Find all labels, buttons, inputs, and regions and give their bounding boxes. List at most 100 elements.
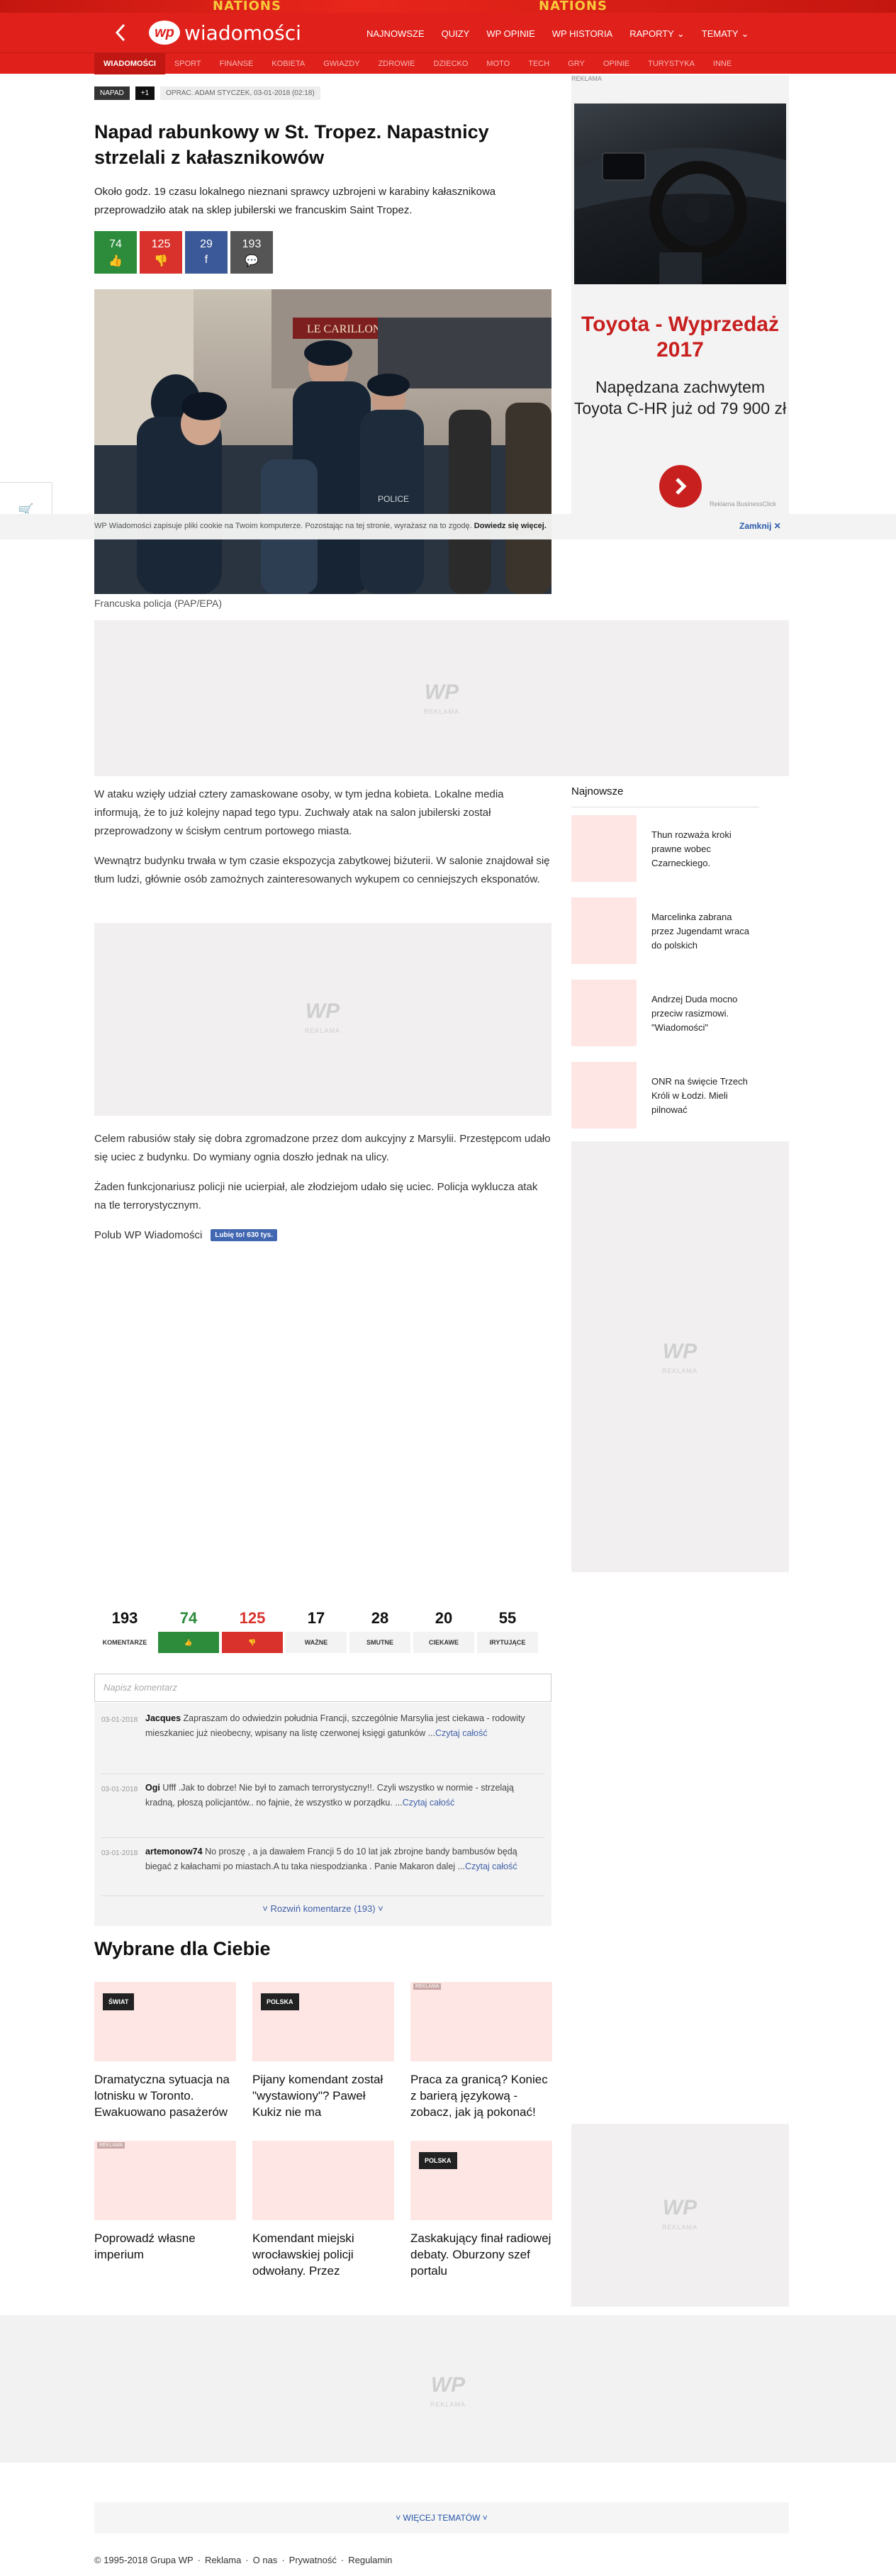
read-more-link[interactable]: Czytaj całość	[403, 1798, 455, 1808]
comment-reaction[interactable]: 20 CIEKAWE	[413, 1608, 474, 1653]
comment-date: 03-01-2018	[101, 1716, 138, 1724]
divider	[101, 1895, 544, 1896]
chevron-down-icon: ⌄	[676, 28, 685, 39]
section-tab[interactable]: TECH	[519, 53, 559, 74]
vote-icon: 💬	[245, 255, 259, 267]
card-title: Poprowadź własne imperium	[94, 2231, 196, 2261]
section-tab[interactable]: TURYSTYKA	[639, 53, 704, 74]
section-tab[interactable]: SPORT	[165, 53, 211, 74]
section-tab[interactable]: WIADOMOŚCI	[94, 53, 165, 74]
latest-title: Andrzej Duda mocno przeciw rasizmowi. "W…	[651, 994, 738, 1033]
cookie-close-button[interactable]: Zamknij ✕	[739, 521, 781, 531]
ad-placeholder-wide[interactable]: WP REKLAMA	[94, 620, 789, 776]
back-button[interactable]	[106, 18, 135, 47]
latest-thumbnail	[571, 1062, 637, 1129]
article-paragraph: Wewnątrz budynku trwała w tym czasie eks…	[94, 855, 550, 885]
card-ad-label: REKLAMA	[413, 1983, 442, 1990]
recommended-card[interactable]: POLSKA Pijany komendant został "wystawion…	[252, 1982, 394, 2120]
section-tab[interactable]: DZIECKO	[425, 53, 478, 74]
reaction-buttons: 74 👍 125 👎 29 f 193 💬	[94, 231, 273, 274]
vote-button[interactable]: 74 👍	[94, 231, 137, 274]
banner-text-right: NATIONS	[539, 0, 607, 13]
reaction-count: 125	[239, 1609, 266, 1627]
section-tab[interactable]: KOBIETA	[262, 53, 314, 74]
comment-reaction[interactable]: 125 👎	[222, 1608, 283, 1653]
latest-item[interactable]: Andrzej Duda mocno przeciw rasizmowi. "W…	[571, 980, 759, 1051]
top-banner-ad[interactable]: NATIONS NATIONS	[0, 0, 896, 13]
nav-item[interactable]: QUIZY	[433, 26, 478, 43]
latest-item[interactable]: Marcelinka zabrana przez Jugendamt wraca…	[571, 897, 759, 968]
comment-reaction[interactable]: 28 SMUTNE	[349, 1608, 410, 1653]
section-tab[interactable]: FINANSE	[211, 53, 263, 74]
vote-button[interactable]: 193 💬	[230, 231, 273, 274]
recommended-card[interactable]: REKLAMA Praca za granicą? Koniec z barier…	[410, 1982, 552, 2120]
reaction-label: 👍	[158, 1632, 219, 1653]
section-tab[interactable]: MOTO	[477, 53, 519, 74]
more-tags-button[interactable]: +1	[135, 86, 155, 100]
reaction-label: CIEKAWE	[413, 1632, 474, 1653]
recommended-card[interactable]: Komendant miejski wrocławskiej policji o…	[252, 2141, 394, 2279]
footer-link[interactable]: Prywatność	[289, 2555, 337, 2565]
card-title: Zaskakujący finał radiowej debaty. Oburz…	[410, 2231, 551, 2278]
like-box: Polub WP Wiadomości Lubię to! 630 tys.	[94, 1229, 277, 1241]
comment-author[interactable]: artemonow74	[145, 1847, 203, 1857]
comment-date: 03-01-2018	[101, 1786, 138, 1793]
card-thumbnail: POLSKA	[410, 2141, 552, 2220]
facebook-like-button[interactable]: Lubię to! 630 tys.	[211, 1229, 277, 1241]
ad-arrow-button[interactable]	[659, 465, 702, 508]
section-tab[interactable]: OPINIE	[594, 53, 639, 74]
footer-link[interactable]: Regulamin	[348, 2555, 392, 2565]
comment-reaction[interactable]: 74 👍	[158, 1608, 219, 1653]
section-tab[interactable]: GWIAZDY	[314, 53, 369, 74]
toyota-ad-title: Toyota - Wyprzedaż 2017	[581, 313, 779, 362]
read-more-link[interactable]: Czytaj całość	[465, 1861, 517, 1871]
ad-source: Reklama BusinessClick	[710, 500, 777, 508]
more-topics-button[interactable]: ˅ WIĘCEJ TEMATÓW ˅	[94, 2502, 789, 2533]
article-tag[interactable]: NAPAD	[94, 86, 130, 100]
section-tab[interactable]: INNE	[704, 53, 741, 74]
expand-comments-button[interactable]: ˅ Rozwiń komentarze (193) ˅	[94, 1903, 551, 1914]
read-more-link[interactable]: Czytaj całość	[435, 1728, 488, 1738]
section-tab[interactable]: ZDROWIE	[369, 53, 425, 74]
ad-placeholder-bottom[interactable]: WP REKLAMA	[0, 2315, 896, 2463]
comment-input[interactable]: Napisz komentarz	[94, 1674, 551, 1702]
card-thumbnail: REKLAMA	[410, 1982, 552, 2061]
recommended-card[interactable]: REKLAMA Poprowadź własne imperium	[94, 2141, 236, 2263]
latest-item[interactable]: ONR na święcie Trzech Króli w Łodzi. Mie…	[571, 1062, 759, 1133]
footer-link[interactable]: Reklama	[205, 2555, 241, 2565]
card-category: POLSKA	[419, 2152, 457, 2169]
vote-button[interactable]: 29 f	[185, 231, 228, 274]
nav-item[interactable]: WP HISTORIA	[544, 26, 621, 43]
nav-item[interactable]: RAPORTY ⌄	[621, 26, 693, 43]
vote-count: 29	[200, 238, 213, 250]
comment-author[interactable]: Jacques	[145, 1713, 181, 1723]
nav-item[interactable]: NAJNOWSZE	[358, 26, 433, 43]
ad-placeholder-inline[interactable]: WP REKLAMA	[94, 923, 551, 1116]
vote-button[interactable]: 125 👎	[140, 231, 182, 274]
section-tab[interactable]: GRY	[559, 53, 594, 74]
reaction-label: WAŻNE	[286, 1632, 347, 1653]
recommended-card[interactable]: POLSKA Zaskakujący finał radiowej debaty.…	[410, 2141, 552, 2279]
comment-reaction[interactable]: 55 IRYTUJĄCE	[477, 1608, 538, 1653]
nav-item[interactable]: WP OPINIE	[478, 26, 543, 43]
comment-reaction[interactable]: 193 KOMENTARZE	[94, 1608, 155, 1653]
cookie-more-link[interactable]: Dowiedz się więcej.	[474, 522, 547, 530]
ad-placeholder-sidebar-bottom[interactable]: WP REKLAMA	[571, 2124, 789, 2307]
ad-placeholder-sidebar[interactable]: WP REKLAMA	[571, 1141, 789, 1572]
police-photo: LE CARILLON POLICE	[94, 289, 551, 594]
site-logo[interactable]: wp wiadomości	[149, 18, 301, 47]
wp-ad-label: REKLAMA	[661, 1367, 698, 1374]
section-nav: WIADOMOŚCI SPORT FINANSE KOBIETA GWIAZDY ZDRO…	[0, 52, 896, 74]
toyota-ad[interactable]: REKLAMA Toyota - Wyprzedaż 2017 Napędzan…	[571, 75, 789, 515]
photo-caption: Francuska policja (PAP/EPA)	[94, 598, 222, 609]
recommended-card[interactable]: ŚWIAT Dramatyczna sytuacja na lotnisku w …	[94, 1982, 236, 2120]
ad-label: REKLAMA	[571, 75, 603, 82]
comment-author[interactable]: Ogi	[145, 1783, 160, 1793]
comment-reaction[interactable]: 17 WAŻNE	[286, 1608, 347, 1653]
reaction-count: 193	[111, 1609, 138, 1627]
nav-item-label: TEMATY	[701, 28, 739, 39]
nav-item[interactable]: TEMATY ⌄	[693, 26, 758, 43]
latest-heading: Najnowsze	[571, 785, 624, 797]
footer-link[interactable]: O nas	[253, 2555, 278, 2565]
latest-item[interactable]: Thun rozważa kroki prawne wobec Czarneck…	[571, 815, 759, 886]
